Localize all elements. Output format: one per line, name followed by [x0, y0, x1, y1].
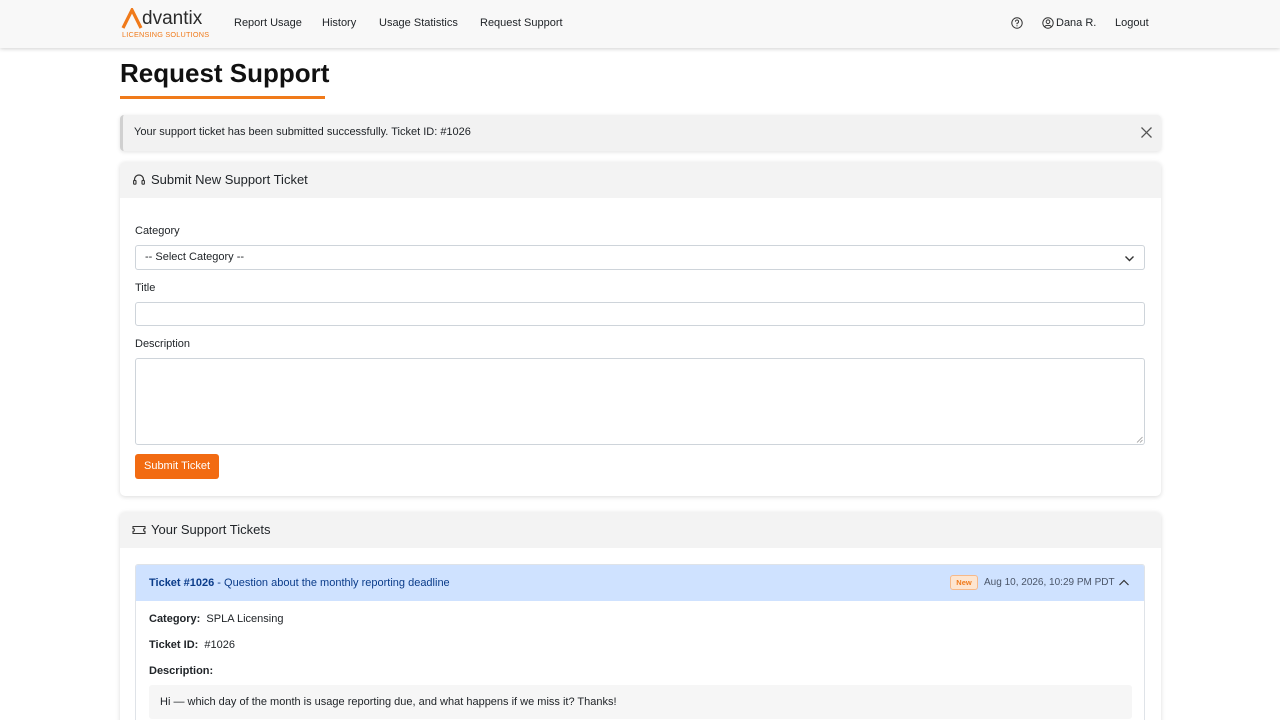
- ticket-id-row: Ticket ID: #1026: [149, 639, 235, 651]
- title-underline: [120, 96, 325, 99]
- card-title: Submit New Support Ticket: [151, 172, 308, 187]
- category-select[interactable]: -- Select Category --: [135, 245, 1145, 270]
- logout-link[interactable]: Logout: [1115, 17, 1149, 29]
- ticket-category-row: Category: SPLA Licensing: [149, 613, 283, 625]
- user-circle-icon[interactable]: [1042, 17, 1054, 29]
- ticket-id-value: #1026: [204, 639, 235, 651]
- ticket-description-label: Description:: [149, 665, 214, 677]
- ticket-item: Ticket #1026 - Question about the monthl…: [135, 564, 1145, 720]
- description-textarea[interactable]: [135, 358, 1145, 445]
- submit-ticket-card-header: Submit New Support Ticket: [120, 162, 1161, 198]
- nav-report-usage[interactable]: Report Usage: [234, 17, 302, 29]
- brand-name: dvantix: [142, 8, 203, 29]
- ticket-summary: Ticket #1026 - Question about the monthl…: [149, 577, 450, 589]
- ticket-category-label: Category:: [149, 613, 201, 625]
- help-icon[interactable]: [1011, 17, 1023, 29]
- ticket-accordion-header[interactable]: Ticket #1026 - Question about the monthl…: [136, 565, 1144, 601]
- support-tickets-card-header: Your Support Tickets: [120, 512, 1161, 548]
- chevron-down-icon: [1125, 256, 1134, 262]
- user-menu[interactable]: Dana R.: [1056, 17, 1096, 29]
- title-label: Title: [135, 282, 156, 294]
- ticket-description-text: Hi — which day of the month is usage rep…: [160, 696, 617, 708]
- nav-request-support[interactable]: Request Support: [480, 17, 563, 29]
- title-input[interactable]: [135, 302, 1145, 326]
- status-badge: New: [950, 575, 978, 590]
- brand-logo[interactable]: dvantix LICENSING SOLUTIONS: [121, 8, 221, 42]
- page-title: Request Support: [120, 58, 330, 88]
- category-label: Category: [135, 225, 180, 237]
- ticket-number: Ticket #1026: [149, 577, 215, 589]
- category-selected-value: -- Select Category --: [145, 251, 245, 263]
- chevron-up-icon[interactable]: [1118, 577, 1130, 589]
- submit-ticket-button[interactable]: Submit Ticket: [135, 454, 219, 479]
- success-alert: Your support ticket has been submitted s…: [120, 115, 1161, 151]
- support-tickets-card: Your Support Tickets Ticket #1026 - Ques…: [120, 512, 1161, 720]
- logo-mark-icon: [121, 8, 143, 29]
- ticket-description-box: Hi — which day of the month is usage rep…: [149, 685, 1132, 719]
- ticket-category-value: SPLA Licensing: [206, 613, 284, 625]
- nav-history[interactable]: History: [322, 17, 356, 29]
- top-navbar: dvantix LICENSING SOLUTIONS Report Usage…: [0, 0, 1280, 48]
- ticket-icon: [132, 525, 146, 535]
- submit-ticket-card: Submit New Support Ticket Category -- Se…: [120, 162, 1161, 496]
- nav-usage-statistics[interactable]: Usage Statistics: [379, 17, 458, 29]
- ticket-date: Aug 10, 2026, 10:29 PM PDT: [984, 577, 1115, 588]
- resize-grip-icon[interactable]: [1136, 436, 1143, 443]
- ticket-description-row: Description:: [149, 665, 213, 677]
- close-icon[interactable]: [1140, 126, 1153, 139]
- alert-message: Your support ticket has been submitted s…: [134, 126, 471, 138]
- card-title: Your Support Tickets: [151, 522, 271, 537]
- ticket-subject: - Question about the monthly reporting d…: [214, 577, 450, 589]
- brand-tagline: LICENSING SOLUTIONS: [122, 30, 210, 39]
- description-label: Description: [135, 338, 191, 350]
- ticket-id-label: Ticket ID:: [149, 639, 199, 651]
- headset-icon: [133, 174, 145, 185]
